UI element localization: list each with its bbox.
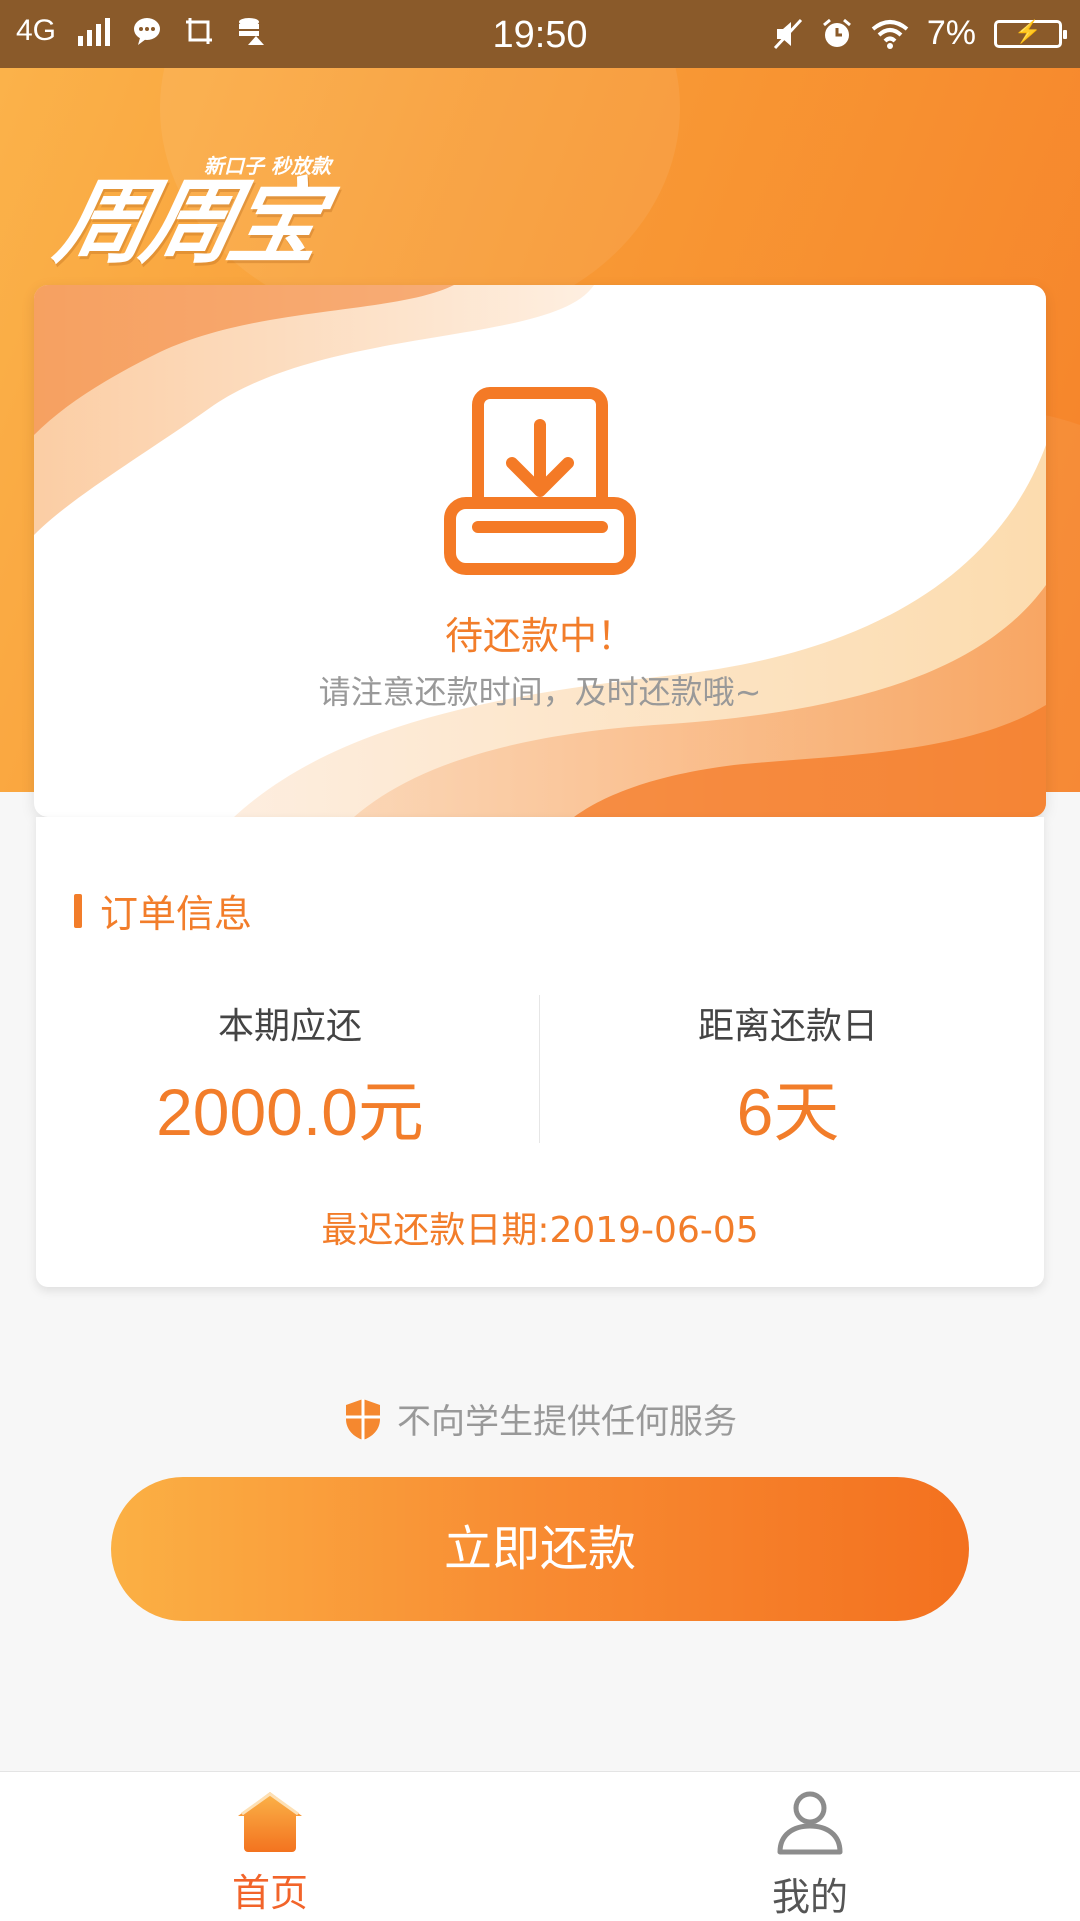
section-title: 订单信息 xyxy=(74,883,252,938)
download-document-icon xyxy=(444,387,636,575)
days-remaining-block: 距离还款日 6天 xyxy=(538,997,1038,1155)
due-date: 最迟还款日期:2019-06-05 xyxy=(321,1210,759,1251)
nav-item-home[interactable]: 首页 xyxy=(170,1790,370,1917)
mute-icon xyxy=(773,18,802,49)
repayment-status-card: 待还款中！ 请注意还款时间，及时还款哦~ xyxy=(34,285,1046,817)
section-marker xyxy=(74,893,82,928)
section-title-text: 订单信息 xyxy=(100,892,253,936)
student-notice: 不向学生提供任何服务 xyxy=(0,1394,1080,1443)
days-remaining-value: 6天 xyxy=(736,1075,840,1149)
days-remaining-label: 距离还款日 xyxy=(697,1006,878,1047)
status-title: 待还款中！ xyxy=(444,614,635,658)
amount-due-value: 2000.0元 xyxy=(156,1075,424,1149)
nav-item-mine[interactable]: 我的 xyxy=(710,1790,910,1921)
status-bar: 4G 19:50 7% ⚡ xyxy=(0,0,1080,68)
status-subtitle: 请注意还款时间，及时还款哦~ xyxy=(318,673,762,711)
nav-label-home: 首页 xyxy=(231,1871,308,1915)
app-logo: 周周宝 新口子 秒放款 xyxy=(47,148,331,281)
battery-percent: 7% xyxy=(926,14,976,52)
amount-due-block: 本期应还 2000.0元 xyxy=(40,997,540,1155)
notice-text: 不向学生提供任何服务 xyxy=(397,1402,737,1442)
wifi-icon xyxy=(871,19,909,49)
nav-label-mine: 我的 xyxy=(771,1875,848,1919)
amount-due-label: 本期应还 xyxy=(217,1006,362,1047)
shield-icon xyxy=(346,1398,380,1440)
logo-tagline: 新口子 秒放款 xyxy=(204,154,331,178)
repay-now-button[interactable]: 立即还款 xyxy=(111,1477,969,1621)
user-icon xyxy=(777,1791,843,1855)
battery-icon: ⚡ xyxy=(994,19,1067,48)
home-icon xyxy=(238,1792,302,1852)
order-info-card: 订单信息 本期应还 2000.0元 距离还款日 6天 最迟还款日期:2019-0… xyxy=(36,817,1044,1287)
alarm-icon xyxy=(822,18,851,47)
bottom-nav: 首页 我的 xyxy=(0,1771,1080,1921)
